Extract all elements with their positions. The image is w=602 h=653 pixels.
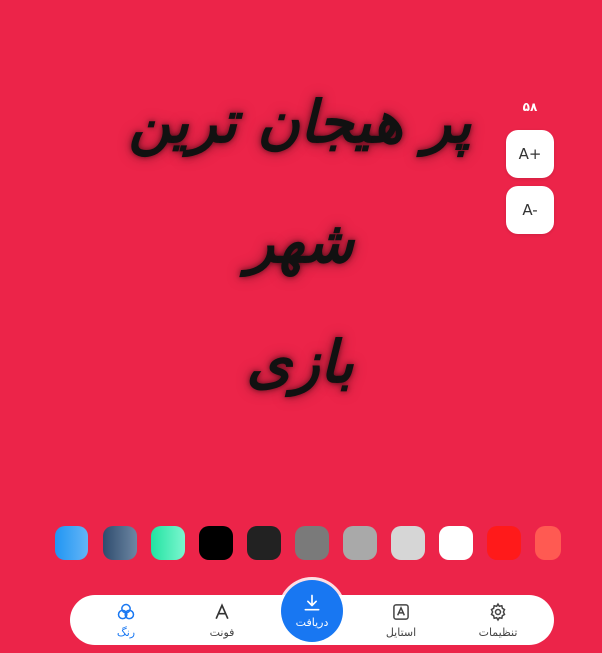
swatch-black[interactable] (199, 526, 233, 560)
swatch-blue-gradient[interactable] (55, 526, 88, 560)
color-swatch-row (0, 526, 602, 562)
color-palette-icon (117, 603, 135, 619)
swatch-charcoal[interactable] (247, 526, 281, 560)
nav-color[interactable]: رنگ (86, 595, 166, 645)
canvas-text-line-2: بازی (246, 328, 354, 396)
font-icon (215, 602, 229, 619)
nav-font[interactable]: فونت (182, 595, 262, 645)
download-label: دریافت (295, 616, 329, 629)
swatch-gray[interactable] (295, 526, 329, 560)
download-icon (304, 594, 320, 611)
swatch-mint-gradient[interactable] (151, 526, 185, 560)
swatch-slate-gradient[interactable] (103, 526, 137, 560)
swatch-coral[interactable] (535, 526, 561, 560)
canvas-text[interactable]: پر هیجان ترین شهر بازی (70, 62, 530, 422)
nav-settings-label: تنظیمات (478, 625, 518, 639)
swatch-silver[interactable] (343, 526, 377, 560)
decrease-font-size-button[interactable]: A- (506, 186, 554, 234)
nav-style[interactable]: استایل (361, 595, 441, 645)
nav-color-label: رنگ (116, 625, 136, 639)
swatch-white[interactable] (439, 526, 473, 560)
swatch-red[interactable] (487, 526, 521, 560)
swatch-light-gray[interactable] (391, 526, 425, 560)
increase-font-size-button[interactable]: A+ (506, 130, 554, 178)
style-icon (393, 603, 409, 620)
font-size-value: ۵۸ (522, 100, 538, 114)
gear-icon (490, 602, 506, 621)
nav-style-label: استایل (385, 625, 417, 639)
nav-settings[interactable]: تنظیمات (458, 595, 538, 645)
canvas-text-line-1: پر هیجان ترین شهر (128, 88, 472, 276)
nav-font-label: فونت (209, 625, 235, 639)
download-button[interactable]: دریافت (281, 580, 343, 642)
